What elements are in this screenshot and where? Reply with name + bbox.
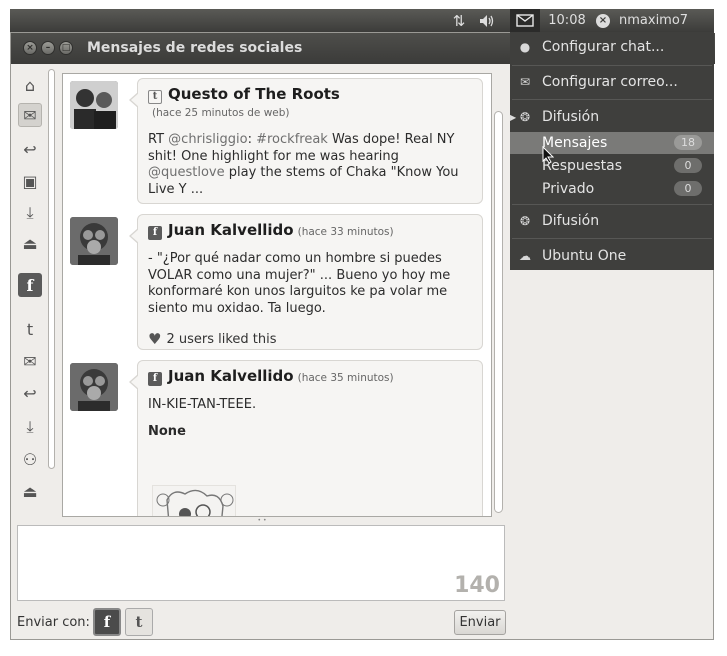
speaker-icon[interactable] — [474, 9, 500, 32]
mention-link[interactable]: @chrisliggio — [168, 132, 247, 147]
hashtag-link[interactable]: #rockfreak — [256, 132, 328, 147]
minimize-icon[interactable]: – — [41, 41, 55, 55]
reply-icon[interactable]: ↩ — [18, 137, 42, 161]
send-bar: Enviar con: f t Enviar — [11, 603, 511, 639]
maximize-icon[interactable]: □ — [59, 41, 73, 55]
rail-scrollbar[interactable] — [47, 65, 56, 505]
send-twitter-toggle[interactable]: t — [125, 608, 153, 636]
likes[interactable]: ♥ 2 users liked this — [148, 330, 472, 348]
count-badge: 0 — [674, 181, 702, 196]
message-text: IN-KIE-TAN-TEEE. — [148, 397, 257, 412]
menu-item-mensajes[interactable]: Mensajes 18 — [510, 132, 714, 154]
character-counter: 140 — [454, 573, 500, 598]
message-bold-text: None — [148, 423, 186, 439]
menu-item-ubuntu-one[interactable]: ☁ Ubuntu One — [510, 245, 714, 267]
timestamp[interactable]: (hace 25 minutos de web) — [152, 104, 290, 122]
envelope-icon: ✉ — [519, 75, 531, 89]
download-icon[interactable]: ⤓ — [18, 201, 42, 225]
menu-item-privado[interactable]: Privado 0 — [510, 178, 714, 200]
avatar[interactable] — [70, 217, 118, 265]
stream-selector: ⌂ ✉ ↩ ▣ ⤓ ⏏ f t ✉ ↩ ⤓ ⚇ ⏏ — [12, 65, 58, 513]
timestamp[interactable]: (hace 33 minutos) — [298, 223, 394, 241]
eject-icon[interactable]: ⏏ — [18, 231, 42, 255]
inbox-icon[interactable]: ✉ — [18, 349, 42, 373]
home-icon[interactable]: ⌂ — [18, 73, 42, 97]
message-text: - "¿Por qué nadar como un hombre si pued… — [148, 251, 451, 316]
twitter-icon: t — [148, 90, 162, 104]
send-facebook-toggle[interactable]: f — [93, 608, 121, 636]
users-icon[interactable]: ⚇ — [18, 447, 42, 471]
mention-link[interactable]: @questlove — [148, 165, 225, 180]
message-bubble: t Questo of The Roots (hace 25 minutos d… — [129, 78, 483, 204]
gwibber-icon: ❂ — [519, 110, 531, 124]
active-indicator-icon: ▶ — [510, 112, 517, 122]
ubuntu-one-icon: ☁ — [519, 249, 531, 263]
envelope-icon[interactable] — [510, 9, 540, 32]
facebook-icon: f — [148, 226, 162, 240]
image-icon[interactable]: ▣ — [18, 169, 42, 193]
eject-icon[interactable]: ⏏ — [18, 479, 42, 503]
heart-icon: ♥ — [148, 330, 162, 348]
network-arrows-icon[interactable]: ⇅ — [445, 9, 473, 32]
top-panel: ⇅ 10:08 × nmaximo7 — [10, 9, 714, 32]
message-text: RT @chrisliggio: #rockfreak Was dope! Re… — [148, 132, 459, 197]
menu-separator — [512, 238, 712, 239]
menu-separator — [512, 204, 712, 205]
facebook-icon: f — [148, 372, 162, 386]
clock[interactable]: 10:08 — [543, 9, 591, 32]
message-bubble: f Juan Kalvellido (hace 35 minutos) IN-K… — [129, 360, 483, 516]
window-title: Mensajes de redes sociales — [87, 40, 303, 56]
author-name[interactable]: Questo of The Roots — [168, 85, 340, 103]
menu-item-respuestas[interactable]: Respuestas 0 — [510, 155, 714, 177]
author-name[interactable]: Juan Kalvellido — [168, 367, 294, 385]
likes-text: 2 users liked this — [166, 331, 277, 347]
status-icon: × — [596, 13, 610, 28]
send-button[interactable]: Enviar — [454, 610, 506, 635]
user-menu[interactable]: × nmaximo7 — [596, 9, 706, 32]
attached-image[interactable] — [152, 485, 236, 516]
menu-item-difusion[interactable]: ▶ ❂ Difusión — [510, 106, 714, 128]
mouse-cursor-icon — [542, 146, 554, 164]
menu-separator — [512, 99, 712, 100]
avatar[interactable] — [70, 81, 118, 129]
twitter-icon[interactable]: t — [18, 317, 42, 341]
facebook-icon[interactable]: f — [18, 273, 42, 297]
menu-separator — [512, 65, 712, 66]
message-feed[interactable]: t Questo of The Roots (hace 25 minutos d… — [62, 73, 492, 517]
feed-scrollbar[interactable] — [493, 73, 505, 517]
avatar[interactable] — [70, 363, 118, 411]
gwibber-icon: ❂ — [519, 214, 531, 228]
timestamp[interactable]: (hace 35 minutos) — [298, 369, 394, 387]
send-with-label: Enviar con: — [17, 615, 90, 630]
close-icon[interactable]: × — [23, 41, 37, 55]
reply-icon[interactable]: ↩ — [18, 381, 42, 405]
count-badge: 0 — [674, 158, 702, 173]
menu-item-difusion-2[interactable]: ❂ Difusión — [510, 210, 714, 232]
count-badge: 18 — [674, 135, 702, 150]
chat-bubble-icon: ● — [519, 40, 531, 54]
menu-item-configure-mail[interactable]: ✉ Configurar correo... — [510, 71, 714, 93]
message-bubble: f Juan Kalvellido (hace 33 minutos) - "¿… — [129, 214, 483, 350]
pane-resize-handle[interactable]: • • • — [256, 517, 268, 531]
menu-item-configure-chat[interactable]: ● Configurar chat... — [510, 36, 714, 58]
author-name[interactable]: Juan Kalvellido — [168, 221, 294, 239]
messaging-menu: ● Configurar chat... ✉ Configurar correo… — [510, 32, 714, 270]
user-name: nmaximo7 — [619, 13, 689, 28]
compose-input[interactable]: 140 — [17, 525, 505, 601]
inbox-icon[interactable]: ✉ — [18, 103, 42, 127]
download-icon[interactable]: ⤓ — [18, 415, 42, 439]
desktop: ⇅ 10:08 × nmaximo7 × – □ Mensajes de red… — [0, 0, 727, 656]
